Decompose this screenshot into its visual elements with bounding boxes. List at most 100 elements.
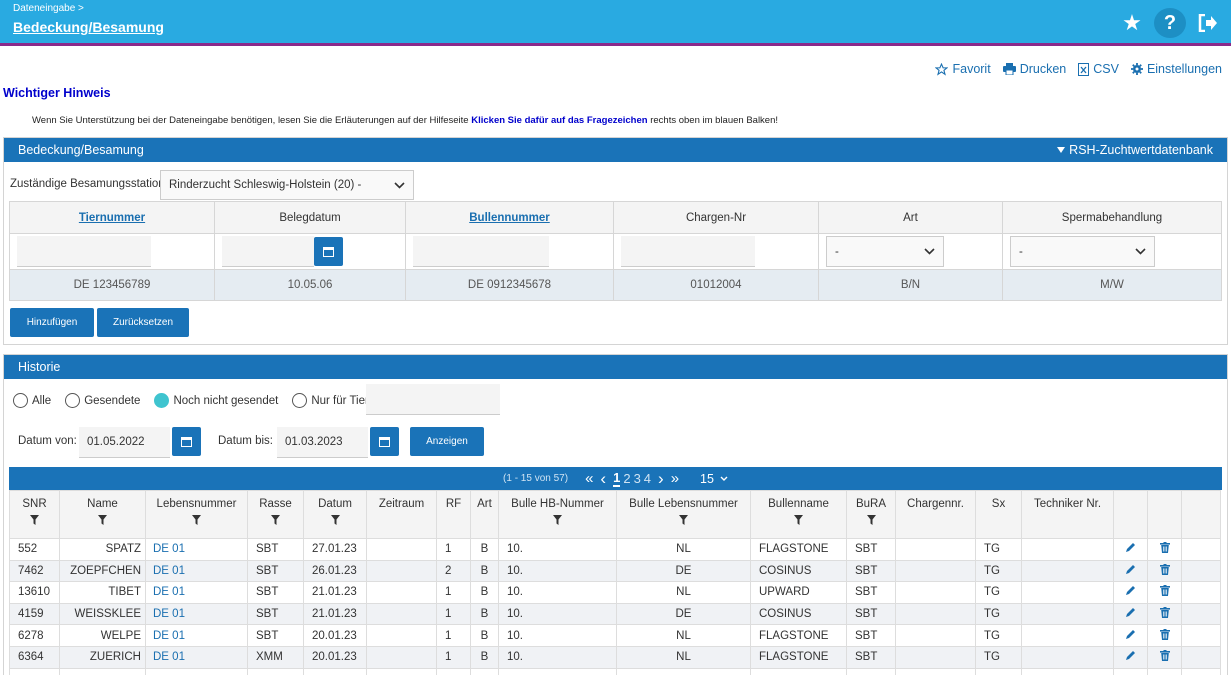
edit-icon[interactable] xyxy=(1125,607,1136,618)
col-bura[interactable]: BuRA xyxy=(846,490,896,539)
filter-icon[interactable] xyxy=(98,515,107,525)
favorit-link[interactable]: Favorit xyxy=(935,62,991,76)
cell-leben[interactable]: DE 01 xyxy=(145,581,248,604)
date-from-calendar-button[interactable] xyxy=(172,427,201,456)
cell-leben[interactable]: DE 01 xyxy=(145,559,248,583)
col-techniker-nr[interactable]: Techniker Nr. xyxy=(1021,490,1114,539)
col-chargen: Chargen-Nr xyxy=(613,201,819,234)
drucken-link[interactable]: Drucken xyxy=(1002,62,1066,76)
chevron-down-icon xyxy=(720,476,728,481)
logout-icon[interactable] xyxy=(1195,8,1221,38)
col-sx[interactable]: Sx xyxy=(975,490,1022,539)
cell-leben[interactable]: DE 01 xyxy=(145,602,248,626)
trash-icon[interactable] xyxy=(1159,542,1170,554)
cell-bura: SBT xyxy=(846,581,896,604)
reset-button[interactable]: Zurücksetzen xyxy=(97,308,189,337)
page-1[interactable]: 1 xyxy=(613,470,621,487)
art-select[interactable]: - xyxy=(826,236,944,267)
col-label: SNR xyxy=(22,498,47,510)
station-select[interactable]: Rinderzucht Schleswig-Holstein (20) - xyxy=(160,170,414,200)
show-button[interactable]: Anzeigen xyxy=(410,427,484,456)
col-chargennr[interactable]: Chargennr. xyxy=(895,490,976,539)
page-title[interactable]: Bedeckung/Besamung xyxy=(13,19,164,35)
date-to-calendar-button[interactable] xyxy=(370,427,399,456)
last-page-button[interactable]: » xyxy=(671,470,679,487)
add-button[interactable]: Hinzufügen xyxy=(10,308,94,337)
belegdatum-input[interactable] xyxy=(222,236,314,267)
history-table: SNR Name Lebensnummer Rasse Datum Zeitraum RF A… xyxy=(9,490,1221,675)
filter-noch-nicht-gesendet[interactable]: Noch nicht gesendet xyxy=(154,393,278,408)
trash-icon[interactable] xyxy=(1159,585,1170,597)
next-page-button[interactable]: › xyxy=(658,469,664,489)
page-size-select[interactable]: 15 xyxy=(700,472,728,486)
tiernummer-input[interactable] xyxy=(17,236,151,267)
radio-gesendete[interactable] xyxy=(65,393,81,408)
history-section: Historie Alle Gesendete Noch nicht gesen… xyxy=(3,354,1228,675)
breadcrumb[interactable]: Dateneingabe > xyxy=(13,3,84,14)
filter-icon[interactable] xyxy=(553,515,562,525)
cell-charge xyxy=(895,559,976,583)
bullennummer-cell xyxy=(405,233,614,270)
col-lebensnummer[interactable]: Lebensnummer xyxy=(145,490,248,539)
edit-icon[interactable] xyxy=(1125,650,1136,661)
trash-icon[interactable] xyxy=(1159,563,1170,575)
csv-link[interactable]: CSV xyxy=(1078,62,1119,76)
col-snr[interactable]: SNR xyxy=(9,490,60,539)
prev-page-button[interactable]: ‹ xyxy=(600,469,606,489)
col-name[interactable]: Name xyxy=(59,490,146,539)
trash-icon[interactable] xyxy=(1159,628,1170,640)
date-to-input[interactable]: 01.03.2023 xyxy=(277,427,368,458)
filter-icon[interactable] xyxy=(192,515,201,525)
cell-bleben: DE xyxy=(616,559,751,583)
radio-nur-fuer-tier[interactable] xyxy=(292,393,308,408)
filter-icon[interactable] xyxy=(30,515,39,525)
spacer-cell xyxy=(1181,624,1221,647)
col-bullenname[interactable]: Bullenname xyxy=(750,490,847,539)
tier-input[interactable] xyxy=(366,384,500,415)
cell-sx: TG xyxy=(975,559,1022,583)
bullennummer-input[interactable] xyxy=(413,236,549,267)
help-icon[interactable]: ? xyxy=(1154,8,1186,38)
filter-icon[interactable] xyxy=(330,515,340,525)
filter-nur-fuer-tier[interactable]: Nur für Tier: xyxy=(292,393,372,408)
col-datum[interactable]: Datum xyxy=(303,490,367,539)
trash-icon[interactable] xyxy=(1159,650,1170,662)
radio-noch-nicht-gesendet[interactable] xyxy=(154,393,170,408)
filter-icon[interactable] xyxy=(866,515,876,525)
date-from-input[interactable]: 01.05.2022 xyxy=(79,427,170,458)
cell-leben[interactable]: DE 01 xyxy=(145,624,248,647)
filter-gesendete[interactable]: Gesendete xyxy=(65,393,140,408)
page-4[interactable]: 4 xyxy=(644,471,651,486)
chargen-input[interactable] xyxy=(621,236,755,267)
first-page-button[interactable]: « xyxy=(585,470,593,487)
page-2[interactable]: 2 xyxy=(623,471,630,486)
col-art[interactable]: Art xyxy=(470,490,499,539)
col-bullennummer[interactable]: Bullennummer xyxy=(405,201,614,234)
col-tiernummer[interactable]: Tiernummer xyxy=(9,201,215,234)
col-rasse[interactable]: Rasse xyxy=(247,490,304,539)
cell-leben[interactable]: DE 01 xyxy=(145,538,248,561)
col-rf[interactable]: RF xyxy=(436,490,471,539)
belegdatum-calendar-button[interactable] xyxy=(314,237,343,266)
filter-icon[interactable] xyxy=(271,515,280,525)
col-zeitraum[interactable]: Zeitraum xyxy=(366,490,437,539)
trash-icon[interactable] xyxy=(1159,607,1170,619)
rsh-db-link[interactable]: RSH-Zuchtwertdatenbank xyxy=(1057,143,1213,157)
filter-icon[interactable] xyxy=(679,515,688,525)
edit-icon[interactable] xyxy=(1125,629,1136,640)
radio-alle[interactable] xyxy=(13,393,28,408)
page-3[interactable]: 3 xyxy=(634,471,641,486)
edit-icon[interactable] xyxy=(1125,585,1136,596)
col-label: Techniker Nr. xyxy=(1033,498,1102,510)
filter-icon[interactable] xyxy=(794,515,803,525)
star-icon[interactable]: ★ xyxy=(1119,8,1145,38)
edit-icon[interactable] xyxy=(1125,564,1136,575)
einstellungen-link[interactable]: Einstellungen xyxy=(1130,62,1222,76)
col-bulle-hb-nummer[interactable]: Bulle HB-Nummer xyxy=(498,490,617,539)
edit-icon[interactable] xyxy=(1125,542,1136,553)
cell-leben[interactable]: DE 01 xyxy=(145,645,248,669)
sperma-select[interactable]: - xyxy=(1010,236,1155,267)
filter-alle[interactable]: Alle xyxy=(13,393,51,408)
cell-leben[interactable] xyxy=(145,667,248,675)
col-bulle-lebensnummer[interactable]: Bulle Lebensnummer xyxy=(616,490,751,539)
